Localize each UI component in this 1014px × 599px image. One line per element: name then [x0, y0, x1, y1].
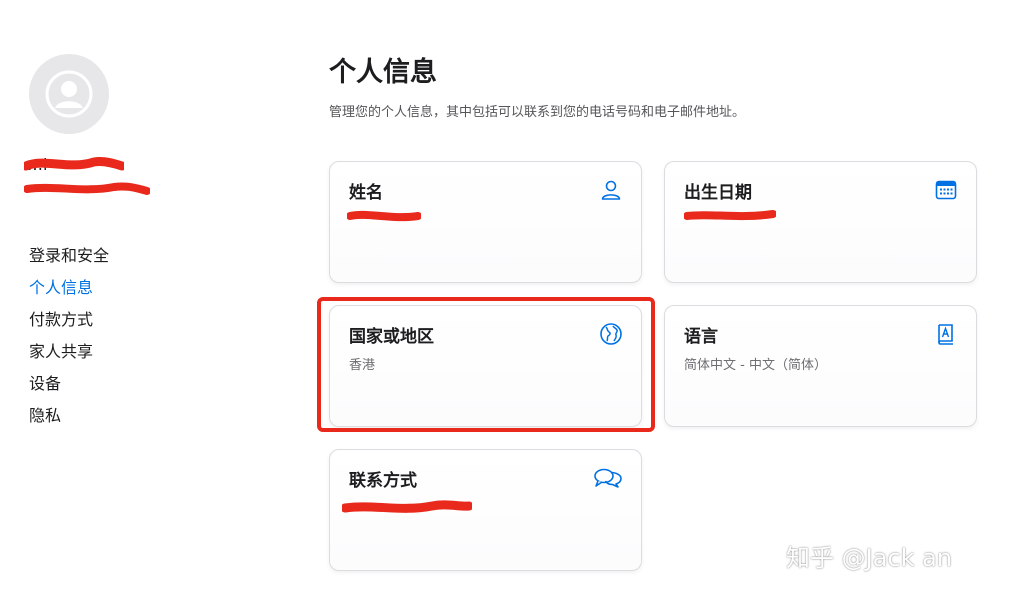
- globe-icon: [600, 323, 622, 345]
- card-contact[interactable]: 联系方式: [329, 449, 642, 571]
- calendar-icon: [935, 180, 957, 200]
- sidebar-item-privacy[interactable]: 隐私: [29, 400, 109, 432]
- redaction-mark: [684, 210, 776, 221]
- apple-id-personal-info-page: …i … 登录和安全 个人信息 付款方式 家人共享 设备 隐私 个人信息 管理您…: [0, 0, 1014, 599]
- sidebar-item-personal-info[interactable]: 个人信息: [29, 272, 109, 304]
- watermark: 知乎 @Jack an: [786, 544, 953, 572]
- card-title: 出生日期: [684, 183, 752, 203]
- card-title: 联系方式: [349, 471, 417, 491]
- card-title: 姓名: [349, 183, 383, 203]
- card-name[interactable]: 姓名: [329, 161, 642, 283]
- page-description: 管理您的个人信息，其中包括可以联系到您的电话号码和电子邮件地址。: [329, 105, 746, 120]
- sidebar-item-devices[interactable]: 设备: [29, 368, 109, 400]
- language-book-icon: [938, 324, 953, 345]
- sidebar-item-family-sharing[interactable]: 家人共享: [29, 336, 109, 368]
- redaction-mark-email: [24, 182, 150, 195]
- card-birthday[interactable]: 出生日期: [664, 161, 977, 283]
- card-country-region[interactable]: 国家或地区 香港: [329, 305, 642, 427]
- redaction-mark: [342, 500, 472, 513]
- sidebar-item-sign-in-security[interactable]: 登录和安全: [29, 240, 109, 272]
- card-value: 简体中文 - 中文（简体）: [684, 358, 827, 373]
- person-circle-icon: [45, 70, 93, 118]
- card-value: 香港: [349, 358, 376, 373]
- redaction-mark: [347, 210, 421, 222]
- sidebar-nav: 登录和安全 个人信息 付款方式 家人共享 设备 隐私: [29, 240, 109, 432]
- chat-bubbles-icon: [594, 468, 622, 488]
- person-icon: [601, 180, 621, 200]
- sidebar-item-payment-methods[interactable]: 付款方式: [29, 304, 109, 336]
- card-title: 语言: [684, 327, 718, 347]
- card-language[interactable]: 语言 简体中文 - 中文（简体）: [664, 305, 977, 427]
- avatar[interactable]: [29, 54, 109, 134]
- page-title: 个人信息: [329, 57, 437, 88]
- redaction-mark-name: [24, 157, 124, 171]
- card-title: 国家或地区: [349, 327, 434, 347]
